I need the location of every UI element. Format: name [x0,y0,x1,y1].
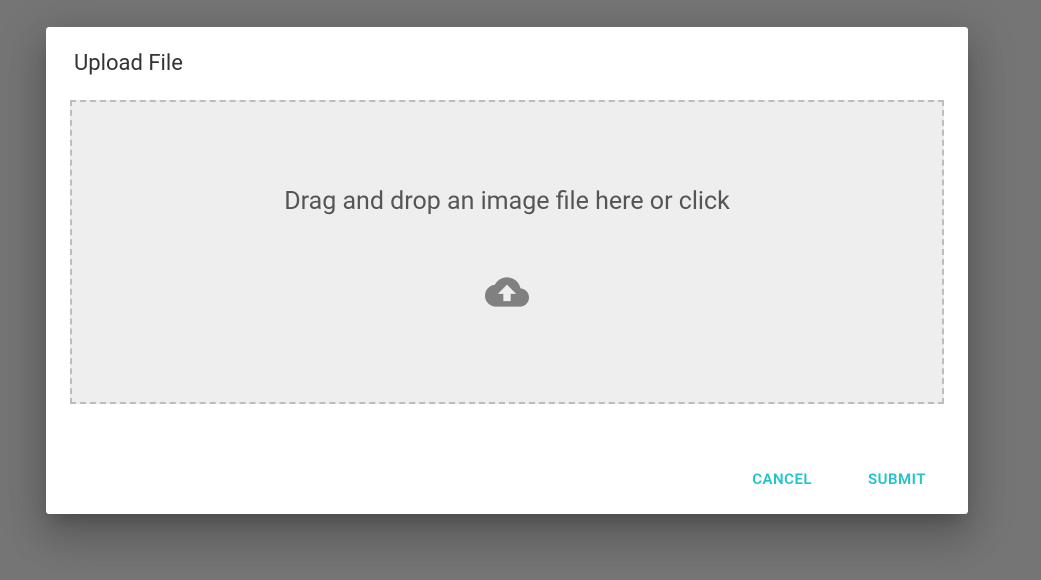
dropzone-instruction-text: Drag and drop an image file here or clic… [284,187,730,216]
dialog-actions: CANCEL SUBMIT [70,464,944,494]
file-dropzone[interactable]: Drag and drop an image file here or clic… [70,100,944,404]
submit-button[interactable]: SUBMIT [860,464,934,494]
cloud-upload-icon [476,270,538,318]
cancel-button[interactable]: CANCEL [744,464,820,494]
dialog-title: Upload File [74,51,944,76]
upload-file-dialog: Upload File Drag and drop an image file … [46,27,968,514]
